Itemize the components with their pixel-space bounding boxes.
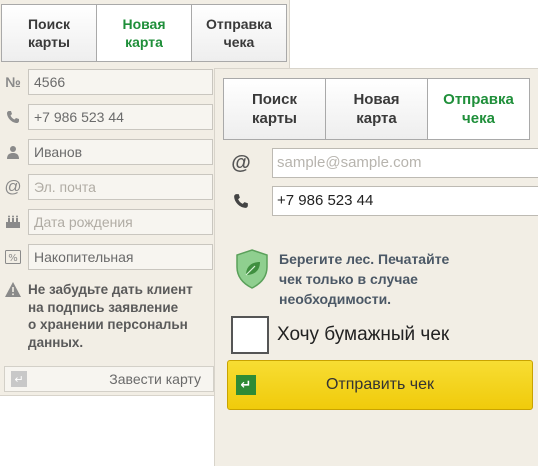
phone-row: +7 986 523 44 <box>229 186 538 216</box>
card-number-field[interactable]: 4566 <box>28 69 213 95</box>
create-card-button[interactable]: ↵ Завести карту <box>4 366 214 392</box>
enter-icon: ↵ <box>236 375 256 395</box>
back-phone-row: +7 986 523 44 <box>0 104 213 130</box>
enter-icon: ↵ <box>11 371 27 387</box>
email-field[interactable]: sample@sample.com <box>272 148 538 178</box>
warning-icon <box>4 281 22 299</box>
tab-search-card[interactable]: Поиск карты <box>1 4 97 62</box>
warning-text: Не забудьте дать клиент на подпись заявл… <box>28 282 193 350</box>
tab-search-card[interactable]: Поиск карты <box>223 78 326 140</box>
at-sign-icon: @ <box>4 177 22 196</box>
front-tab-bar: Поиск карты Новая карта Отправка чека <box>223 78 530 140</box>
at-sign-icon: @ <box>231 151 251 174</box>
eco-shield-icon <box>235 249 269 309</box>
tab-new-card[interactable]: Новая карта <box>325 78 428 140</box>
paper-receipt-option: Хочу бумажный чек <box>231 316 449 354</box>
consent-warning: Не забудьте дать клиент на подпись заявл… <box>4 281 193 351</box>
phone-icon <box>0 110 26 124</box>
email-row: @ sample@sample.com <box>229 148 538 178</box>
phone-field[interactable]: +7 986 523 44 <box>272 186 538 216</box>
birthday-row: Дата рождения <box>0 209 213 235</box>
tab-send-receipt[interactable]: Отправка чека <box>427 78 530 140</box>
birthday-field[interactable]: Дата рождения <box>28 209 213 235</box>
eco-notice: Берегите лес. Печатайте чек только в слу… <box>235 249 449 309</box>
back-phone-field[interactable]: +7 986 523 44 <box>28 104 213 130</box>
surname-row: Иванов <box>0 139 213 165</box>
eco-text: Берегите лес. Печатайте чек только в слу… <box>279 251 450 307</box>
paper-receipt-label: Хочу бумажный чек <box>277 324 450 345</box>
card-type-select[interactable]: Накопительная <box>28 244 213 270</box>
tab-send-receipt[interactable]: Отправка чека <box>191 4 287 62</box>
send-receipt-panel: Поиск карты Новая карта Отправка чека @ … <box>214 68 538 466</box>
back-email-field[interactable]: Эл. почта <box>28 174 213 200</box>
card-number-row: № 4566 <box>0 69 213 95</box>
back-tab-bar: Поиск карты Новая карта Отправка чека <box>1 4 287 62</box>
percent-icon: % <box>0 250 26 264</box>
card-type-row: % Накопительная <box>0 244 213 270</box>
create-card-label: Завести карту <box>109 371 201 387</box>
send-receipt-button[interactable]: ↵ Отправить чек <box>227 360 533 410</box>
back-email-row: @ Эл. почта <box>0 174 213 200</box>
tab-new-card[interactable]: Новая карта <box>96 4 192 62</box>
phone-icon <box>229 193 253 209</box>
paper-receipt-checkbox[interactable] <box>231 316 269 354</box>
svg-text:%: % <box>8 253 18 264</box>
send-receipt-label: Отправить чек <box>325 376 434 393</box>
person-icon <box>0 145 26 159</box>
surname-field[interactable]: Иванов <box>28 139 213 165</box>
number-sign-icon: № <box>5 74 21 90</box>
cake-icon <box>0 215 26 229</box>
